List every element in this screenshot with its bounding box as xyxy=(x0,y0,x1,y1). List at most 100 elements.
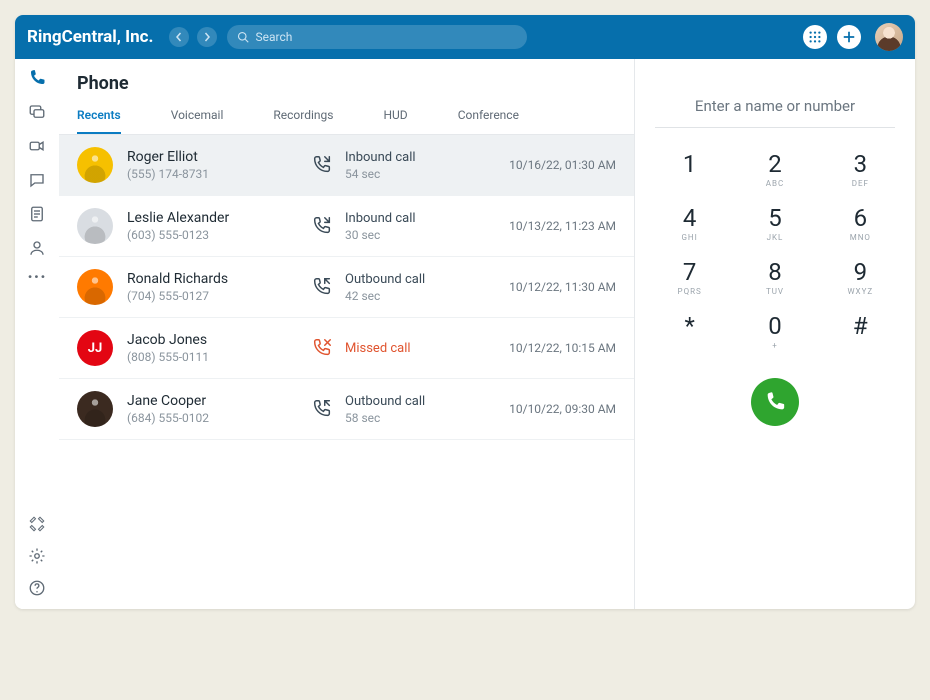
add-button[interactable] xyxy=(837,25,861,49)
nav-settings-icon[interactable] xyxy=(28,547,46,565)
nav-message-icon[interactable] xyxy=(28,171,46,189)
call-type: Inbound call xyxy=(345,150,416,165)
tab-recordings[interactable]: Recordings xyxy=(273,102,333,134)
contact-number: (704) 555-0127 xyxy=(127,289,297,303)
tab-hud[interactable]: HUD xyxy=(383,102,407,134)
call-list: Roger Elliot (555) 174-8731 Inbound call 54… xyxy=(59,135,634,609)
key-letters: MNO xyxy=(836,233,885,242)
call-duration: 42 sec xyxy=(345,289,425,303)
contact-name: Jacob Jones xyxy=(127,332,297,348)
phone-tabs: Recents Voicemail Recordings HUD Conference xyxy=(59,102,634,135)
contact-avatar xyxy=(77,269,113,305)
contact-avatar xyxy=(77,208,113,244)
nav-forward-button[interactable] xyxy=(197,27,217,47)
call-row[interactable]: Jane Cooper (684) 555-0102 Outbound call 58… xyxy=(59,379,634,440)
call-duration: 54 sec xyxy=(345,167,416,181)
dialpad-key-6[interactable]: 6MNO xyxy=(836,206,885,242)
key-digit: * xyxy=(665,314,714,338)
call-type: Missed call xyxy=(345,341,411,356)
nav-apps-icon[interactable] xyxy=(28,515,46,533)
nav-help-icon[interactable] xyxy=(28,579,46,597)
call-timestamp: 10/10/22, 09:30 AM xyxy=(476,402,616,416)
call-timestamp: 10/16/22, 01:30 AM xyxy=(476,158,616,172)
dialpad-key-1[interactable]: 1 xyxy=(665,152,714,188)
call-type: Outbound call xyxy=(345,272,425,287)
dialpad-key-3[interactable]: 3 DEF xyxy=(836,152,885,188)
dialpad-key-0[interactable]: 0+ xyxy=(750,314,799,350)
key-digit: 3 xyxy=(836,152,885,176)
key-letters: PQRS xyxy=(665,287,714,296)
contact-name: Roger Elliot xyxy=(127,149,297,165)
nav-chat-icon[interactable] xyxy=(28,103,46,121)
key-letters xyxy=(665,341,714,350)
call-timestamp: 10/12/22, 11:30 AM xyxy=(476,280,616,294)
dialer-input[interactable]: Enter a name or number xyxy=(655,77,895,128)
plus-icon xyxy=(842,30,856,44)
call-direction-icon xyxy=(311,398,333,420)
dialpad-key-7[interactable]: 7 PQRS xyxy=(665,260,714,296)
dialpad: 12ABC3DEF4GHI5JKL6MNO7PQRS8TUV9WXYZ*0+# xyxy=(665,152,885,350)
nav-tasks-icon[interactable] xyxy=(28,205,46,223)
call-row[interactable]: Leslie Alexander(603) 555-0123Inbound ca… xyxy=(59,196,634,257)
key-letters: WXYZ xyxy=(836,287,885,296)
key-letters: GHI xyxy=(665,233,714,242)
dialer-panel: Enter a name or number 1 2ABC 3 DEF 4 GHI 5 JKL… xyxy=(635,59,915,609)
call-timestamp: 10/13/22, 11:23 AM xyxy=(476,219,616,233)
brand-label: RingCentral, Inc. xyxy=(27,27,153,47)
key-digit: 4 xyxy=(665,206,714,230)
dialpad-key-4[interactable]: 4 GHI xyxy=(665,206,714,242)
tab-conference[interactable]: Conference xyxy=(458,102,519,134)
tab-recents[interactable]: Recents xyxy=(77,102,121,134)
call-row[interactable]: Ronald Richards(704) 555-0127Outbound ca… xyxy=(59,257,634,318)
dialpad-key-8[interactable]: 8TUV xyxy=(750,260,799,296)
call-row[interactable]: Roger Elliot (555) 174-8731 Inbound call 54… xyxy=(59,135,634,196)
phone-panel: Phone Recents Voicemail Recordings HUD Confe… xyxy=(59,59,635,609)
key-letters xyxy=(836,341,885,350)
nav-contacts-icon[interactable] xyxy=(28,239,46,257)
profile-avatar[interactable] xyxy=(875,23,903,51)
dialpad-key-*[interactable]: * xyxy=(665,314,714,350)
app-window: RingCentral, Inc. Search xyxy=(15,15,915,609)
search-input[interactable]: Search xyxy=(227,25,527,49)
tab-voicemail[interactable]: Voicemail xyxy=(171,102,224,134)
nav-sidebar: ··· xyxy=(15,59,59,609)
call-duration: 58 sec xyxy=(345,411,425,425)
call-row[interactable]: JJJacob Jones(808) 555-0111Missed call10… xyxy=(59,318,634,379)
key-letters: DEF xyxy=(836,179,885,188)
key-digit: 9 xyxy=(836,260,885,284)
key-digit: 1 xyxy=(665,152,714,176)
page-title: Phone xyxy=(59,59,634,102)
nav-phone-icon[interactable] xyxy=(28,69,46,87)
key-letters xyxy=(665,179,714,188)
key-digit: 7 xyxy=(665,260,714,284)
dialpad-key-2[interactable]: 2ABC xyxy=(750,152,799,188)
call-duration: 30 sec xyxy=(345,228,416,242)
nav-video-icon[interactable] xyxy=(28,137,46,155)
call-direction-icon xyxy=(311,154,333,176)
call-timestamp: 10/12/22, 10:15 AM xyxy=(476,341,616,355)
dialpad-header-button[interactable] xyxy=(803,25,827,49)
dialpad-key-#[interactable]: # xyxy=(836,314,885,350)
app-header: RingCentral, Inc. Search xyxy=(15,15,915,59)
phone-icon xyxy=(764,391,786,413)
contact-number: (684) 555-0102 xyxy=(127,411,297,425)
search-icon xyxy=(237,31,249,43)
dialpad-key-9[interactable]: 9 WXYZ xyxy=(836,260,885,296)
contact-number: (555) 174-8731 xyxy=(127,167,297,181)
key-digit: # xyxy=(836,314,885,338)
call-type: Outbound call xyxy=(345,394,425,409)
key-letters: JKL xyxy=(750,233,799,242)
key-digit: 5 xyxy=(750,206,799,230)
search-placeholder: Search xyxy=(255,30,292,44)
key-digit: 0 xyxy=(750,314,799,338)
call-direction-icon xyxy=(311,337,333,359)
nav-back-button[interactable] xyxy=(169,27,189,47)
key-digit: 8 xyxy=(750,260,799,284)
key-letters: + xyxy=(750,341,799,350)
dialpad-key-5[interactable]: 5 JKL xyxy=(750,206,799,242)
call-direction-icon xyxy=(311,276,333,298)
call-button[interactable] xyxy=(751,378,799,426)
dialpad-icon xyxy=(808,30,822,44)
contact-name: Jane Cooper xyxy=(127,393,297,409)
nav-more-icon[interactable]: ··· xyxy=(27,273,46,283)
